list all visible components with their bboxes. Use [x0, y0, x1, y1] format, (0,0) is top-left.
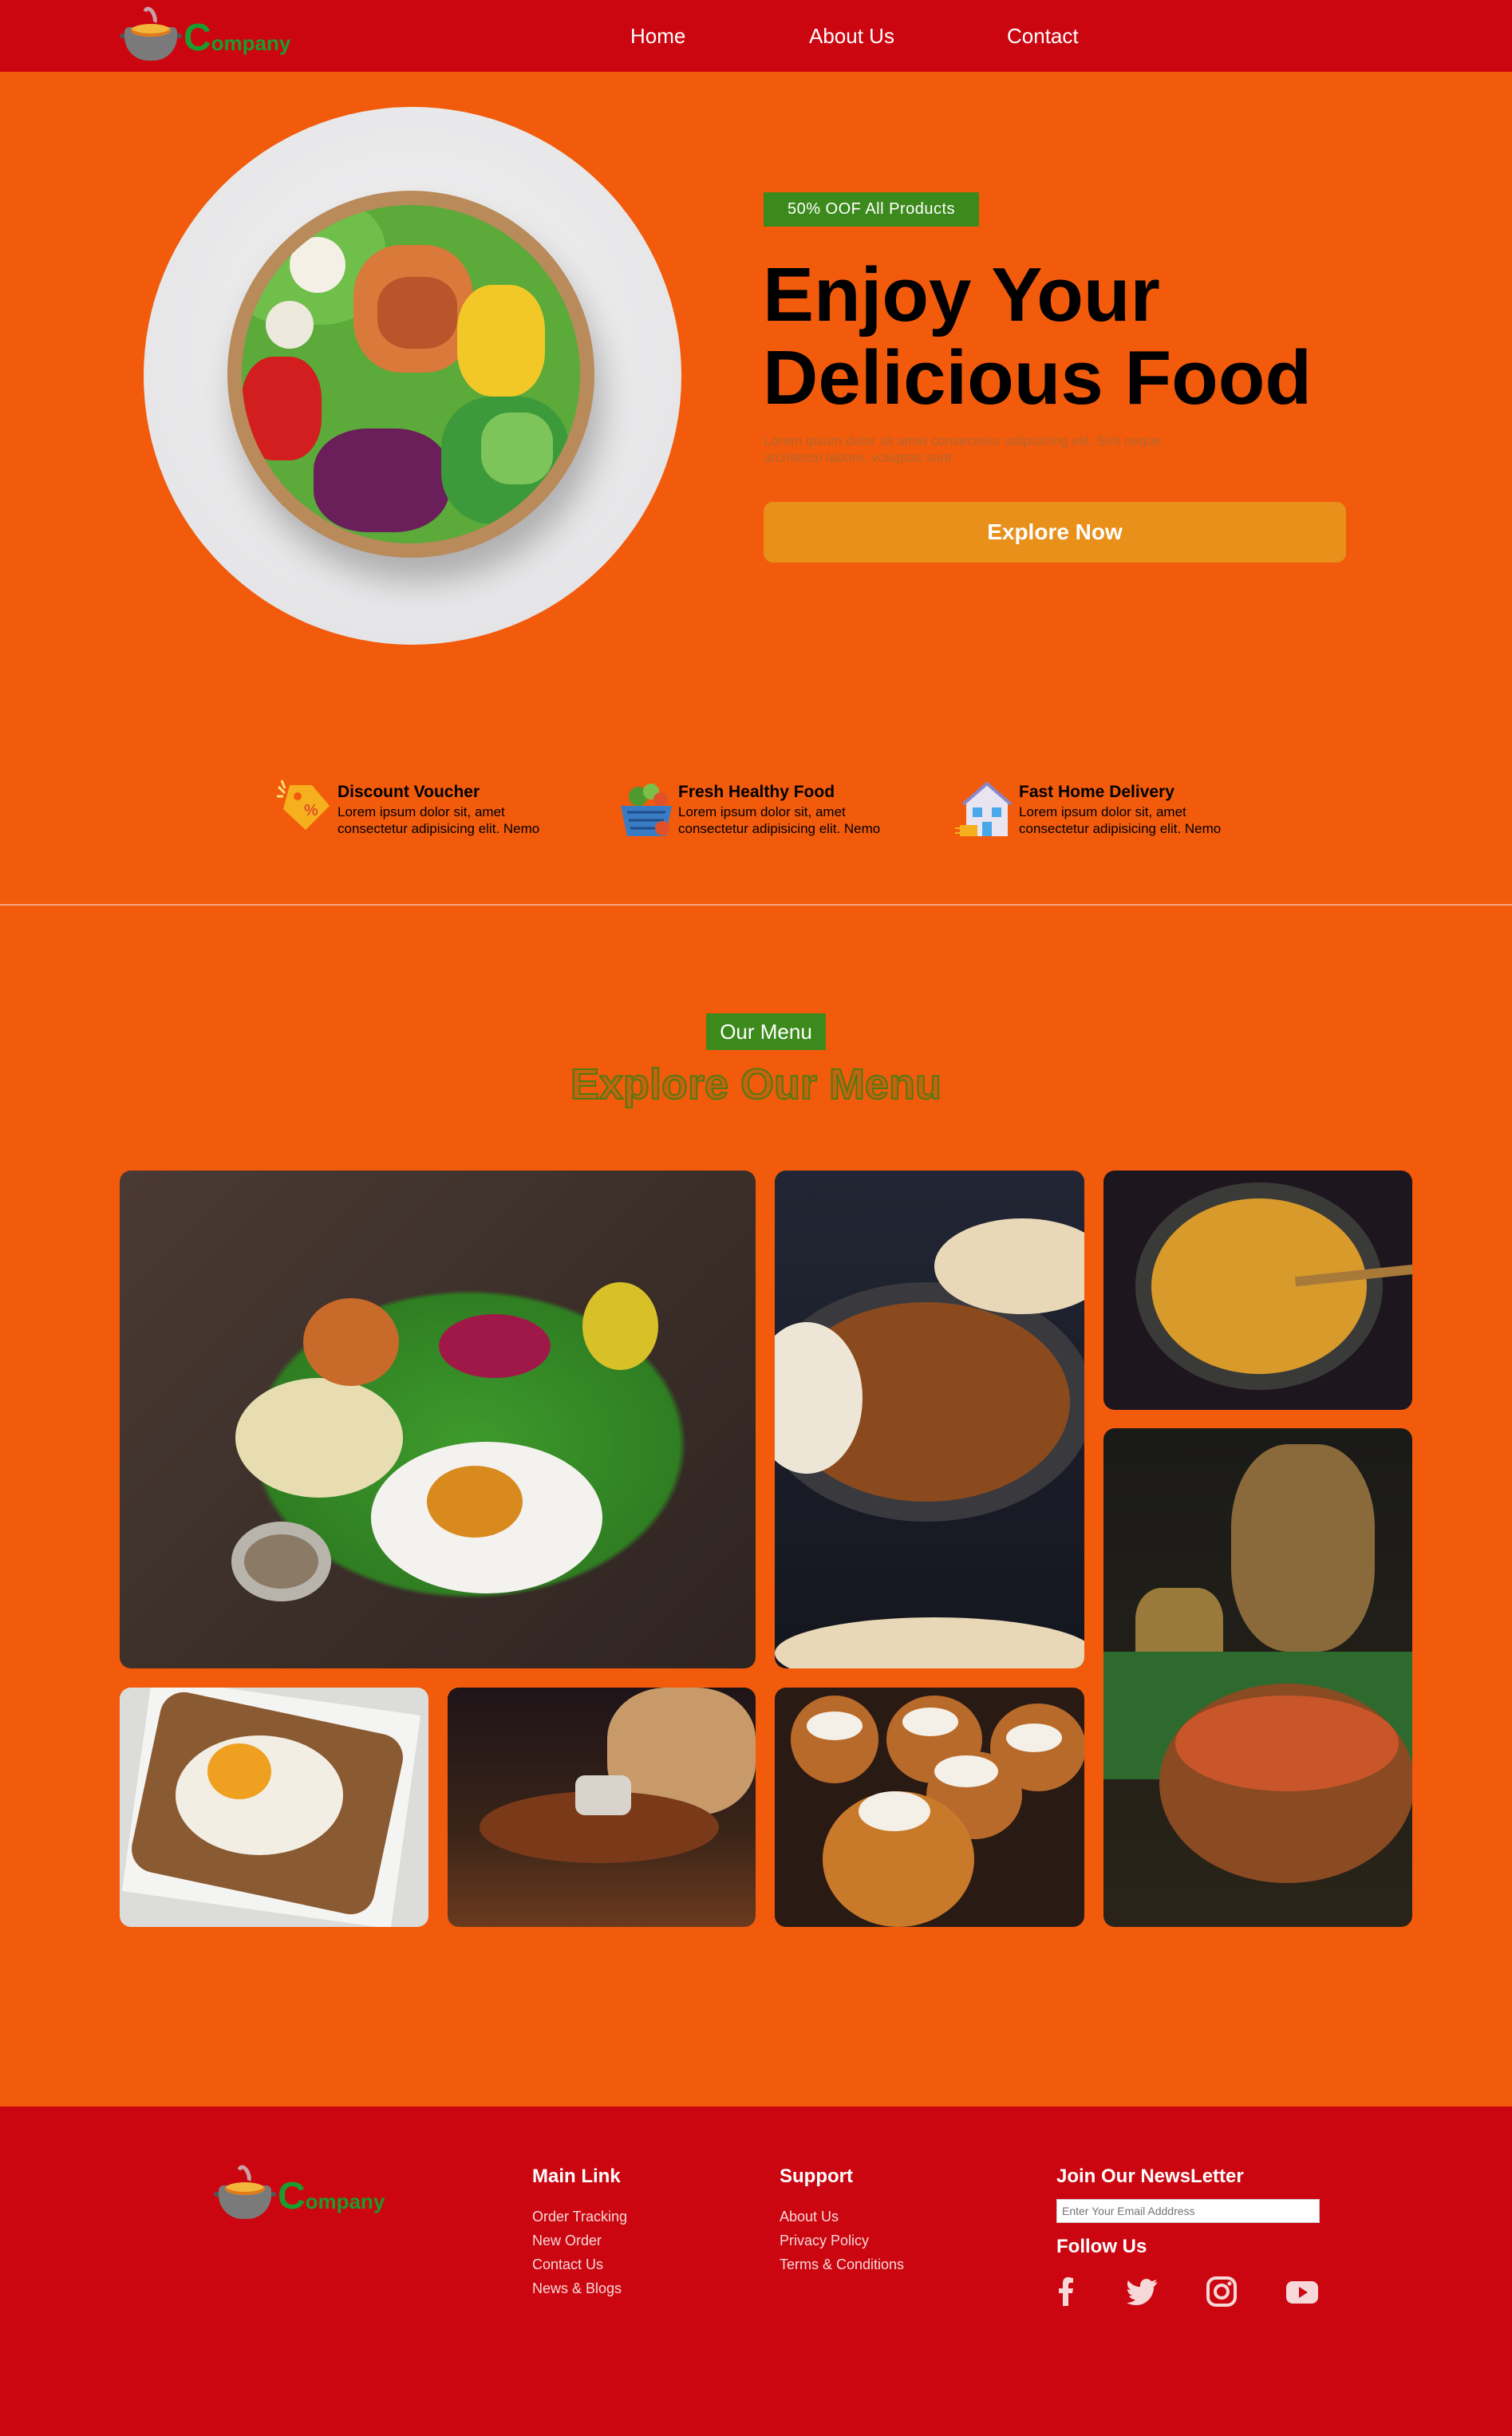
- footer-link-terms-conditions[interactable]: Terms & Conditions: [780, 2256, 904, 2273]
- twitter-icon[interactable]: [1126, 2274, 1161, 2309]
- vegetable-basket-icon: [614, 779, 678, 843]
- hero-title-line1: Enjoy Your: [763, 252, 1160, 338]
- footer-link-order-tracking[interactable]: Order Tracking: [532, 2209, 627, 2225]
- menu-image-egg-toast[interactable]: [120, 1688, 428, 1927]
- footer-link-privacy-policy[interactable]: Privacy Policy: [780, 2233, 904, 2249]
- feature-fast-home-delivery: Fast Home Delivery Lorem ipsum dolor sit…: [955, 779, 1258, 843]
- footer-link-new-order[interactable]: New Order: [532, 2233, 627, 2249]
- menu-image-cream-pastries[interactable]: [775, 1688, 1084, 1927]
- hero-salad-bowl-image: [144, 107, 681, 645]
- footer-support-title: Support: [780, 2166, 853, 2187]
- feature-fresh-healthy-food: Fresh Healthy Food Lorem ipsum dolor sit…: [614, 779, 918, 843]
- hero-title: Enjoy Your Delicious Food: [763, 254, 1312, 420]
- follow-us-title: Follow Us: [1056, 2236, 1147, 2257]
- cooking-pot-icon: [120, 5, 182, 62]
- delivery-house-icon: [955, 779, 1019, 843]
- nav-links: Home About Us Contact: [630, 24, 1079, 49]
- youtube-icon[interactable]: [1285, 2274, 1320, 2309]
- discount-badge: 50% OOF All Products: [764, 192, 979, 227]
- feature-title: Fresh Healthy Food: [678, 783, 835, 801]
- footer-link-contact-us[interactable]: Contact Us: [532, 2256, 627, 2273]
- menu-image-banana-leaf-meal[interactable]: [120, 1171, 756, 1668]
- explore-now-button[interactable]: Explore Now: [764, 502, 1346, 563]
- footer-main-links: Main Link Order Tracking New Order Conta…: [532, 2166, 627, 2304]
- menu-image-sizzler-plate[interactable]: [448, 1688, 756, 1927]
- brand-name: Company: [184, 17, 291, 59]
- our-menu-badge: Our Menu: [706, 1013, 826, 1050]
- nav-link-about-us[interactable]: About Us: [809, 24, 1007, 49]
- footer-link-news-blogs[interactable]: News & Blogs: [532, 2280, 627, 2297]
- nav-link-home[interactable]: Home: [630, 24, 809, 49]
- discount-tag-icon: %: [274, 779, 338, 843]
- feature-text: Lorem ipsum dolor sit, amet consectetur …: [1019, 804, 1222, 836]
- section-divider: [0, 904, 1512, 906]
- hero-title-line2: Delicious Food: [763, 335, 1313, 420]
- top-navbar: Company Home About Us Contact: [0, 0, 1512, 72]
- instagram-icon[interactable]: [1204, 2274, 1239, 2309]
- feature-title: Discount Voucher: [338, 783, 480, 801]
- menu-image-chicken-curry-pan[interactable]: [775, 1171, 1084, 1668]
- nav-link-contact[interactable]: Contact: [1007, 24, 1079, 49]
- footer: Company Main Link Order Tracking New Ord…: [0, 2106, 1512, 2436]
- menu-section-title: Explore Our Menu: [570, 1060, 942, 1109]
- svg-text:%: %: [304, 802, 318, 819]
- menu-image-roasted-potatoes[interactable]: [1103, 1171, 1412, 1410]
- menu-image-copper-pot-curry[interactable]: [1103, 1428, 1412, 1927]
- hero-description: Lorem ipsum dolor sit amet consectetur a…: [764, 433, 1162, 465]
- facebook-icon[interactable]: [1048, 2274, 1084, 2309]
- footer-brand-logo[interactable]: Company: [214, 2163, 385, 2221]
- footer-link-about-us[interactable]: About Us: [780, 2209, 904, 2225]
- footer-support-links: Support About Us Privacy Policy Terms & …: [780, 2166, 904, 2280]
- newsletter-email-input[interactable]: [1056, 2199, 1320, 2223]
- feature-discount-voucher: % Discount Voucher Lorem ipsum dolor sit…: [274, 779, 577, 843]
- feature-title: Fast Home Delivery: [1019, 783, 1174, 801]
- footer-main-link-title: Main Link: [532, 2166, 621, 2187]
- footer-brand-name: Company: [278, 2175, 385, 2217]
- feature-text: Lorem ipsum dolor sit, amet consectetur …: [678, 804, 881, 836]
- newsletter-title: Join Our NewsLetter: [1056, 2166, 1244, 2187]
- brand-logo[interactable]: Company: [120, 5, 291, 62]
- cooking-pot-icon: [214, 2163, 276, 2221]
- feature-text: Lorem ipsum dolor sit, amet consectetur …: [338, 804, 540, 836]
